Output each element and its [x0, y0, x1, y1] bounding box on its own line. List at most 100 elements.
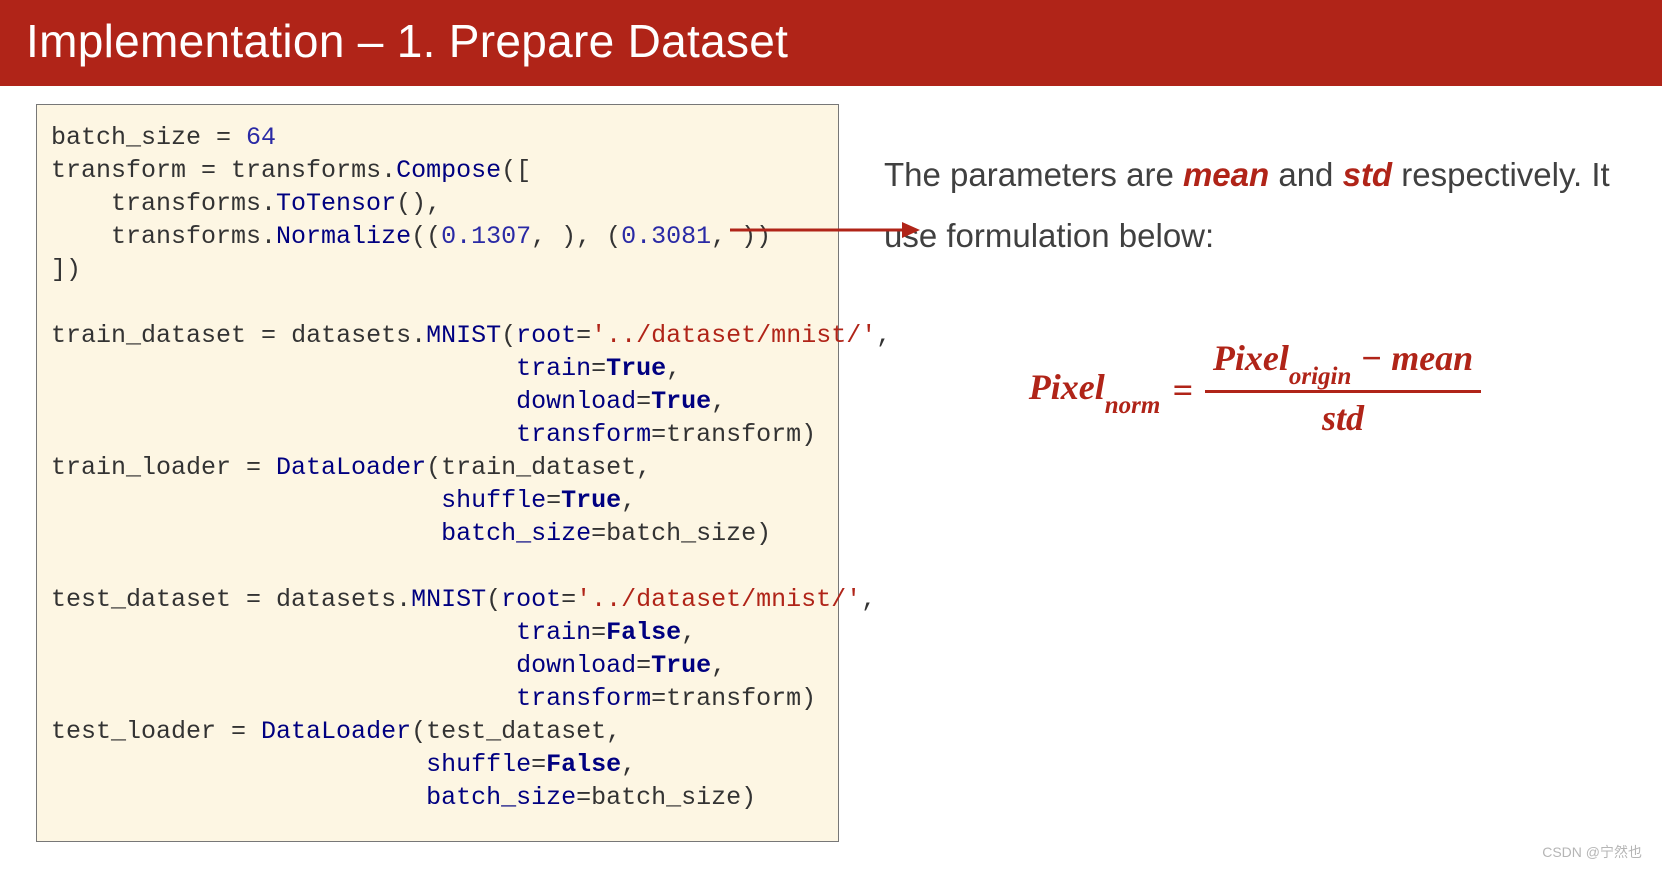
code-string: '../dataset/mnist/': [591, 321, 876, 350]
code-indent: [51, 387, 516, 416]
formula-term: mean: [1391, 338, 1473, 378]
code-arg: transform: [516, 684, 651, 713]
code-token: transforms.: [231, 156, 396, 185]
code-token: train_loader: [51, 453, 231, 482]
code-bool: True: [651, 387, 711, 416]
code-fn: MNIST: [426, 321, 501, 350]
code-fn: DataLoader: [276, 453, 426, 482]
code-arg: train: [516, 354, 591, 383]
code-token: test_loader: [51, 717, 216, 746]
formula: Pixelnorm = Pixelorigin − mean std: [884, 338, 1626, 442]
code-arg: batch_size: [426, 783, 576, 812]
code-fn: DataLoader: [261, 717, 411, 746]
desc-emph-mean: mean: [1183, 156, 1269, 193]
slide-title-bar: Implementation – 1. Prepare Dataset: [0, 0, 1662, 86]
formula-denominator: std: [1314, 396, 1372, 441]
desc-part: and: [1269, 156, 1342, 193]
code-token: ((: [411, 222, 441, 251]
code-indent: [51, 783, 426, 812]
code-token: (: [501, 321, 516, 350]
code-token: =: [186, 156, 231, 185]
code-bool: True: [561, 486, 621, 515]
code-indent: [51, 222, 111, 251]
slide-title: Implementation – 1. Prepare Dataset: [26, 15, 788, 67]
code-token: ,: [711, 651, 726, 680]
code-indent: [51, 420, 516, 449]
code-token: (train_dataset,: [426, 453, 651, 482]
code-token: batch_size: [51, 123, 201, 152]
code-token: datasets.: [291, 321, 426, 350]
code-indent: [51, 189, 111, 218]
formula-term: Pixel: [1213, 338, 1289, 378]
code-token: =transform): [651, 420, 816, 449]
code-token: (: [486, 585, 501, 614]
code-arg: shuffle: [441, 486, 546, 515]
code-indent: [51, 651, 516, 680]
desc-part: The parameters are: [884, 156, 1183, 193]
code-indent: [51, 684, 516, 713]
code-token: transforms.: [111, 189, 276, 218]
code-token: =: [231, 585, 276, 614]
code-token: ,: [621, 750, 636, 779]
code-indent: [51, 486, 441, 515]
arrow-icon: [730, 218, 920, 242]
code-token: ,: [666, 354, 681, 383]
code-token: ]): [51, 255, 81, 284]
code-fn: ToTensor: [276, 189, 396, 218]
code-number: 64: [246, 123, 276, 152]
code-indent: [51, 618, 516, 647]
explanation-panel: The parameters are mean and std respecti…: [884, 104, 1626, 874]
code-arg: train: [516, 618, 591, 647]
code-number: 0.3081: [621, 222, 711, 251]
code-string: '../dataset/mnist/': [576, 585, 861, 614]
code-token: ,: [711, 387, 726, 416]
code-bool: False: [546, 750, 621, 779]
formula-sub: norm: [1105, 392, 1161, 419]
formula-lhs: Pixelnorm: [1029, 366, 1161, 414]
code-bool: True: [651, 651, 711, 680]
code-token: =transform): [651, 684, 816, 713]
code-indent: [51, 750, 426, 779]
code-token: test_dataset: [51, 585, 231, 614]
code-token: datasets.: [276, 585, 411, 614]
code-arg: download: [516, 651, 636, 680]
code-token: ,: [681, 618, 696, 647]
code-block: batch_size = 64 transform = transforms.C…: [36, 104, 839, 842]
code-token: ,: [861, 585, 876, 614]
code-token: =batch_size): [591, 519, 771, 548]
formula-sub: origin: [1289, 363, 1352, 390]
code-number: 0.1307: [441, 222, 531, 251]
description-text: The parameters are mean and std respecti…: [884, 144, 1626, 266]
code-token: =: [231, 453, 276, 482]
code-token: =batch_size): [576, 783, 756, 812]
code-token: =: [576, 321, 591, 350]
formula-equals: =: [1172, 369, 1193, 411]
code-arg: transform: [516, 420, 651, 449]
code-token: =: [201, 123, 246, 152]
code-arg: root: [516, 321, 576, 350]
formula-numerator: Pixelorigin − mean: [1205, 336, 1481, 386]
code-arg: download: [516, 387, 636, 416]
formula-fraction: Pixelorigin − mean std: [1205, 336, 1481, 440]
code-token: =: [246, 321, 291, 350]
watermark: CSDN @宁然也: [1542, 842, 1642, 862]
code-indent: [51, 354, 516, 383]
slide-body: batch_size = 64 transform = transforms.C…: [36, 104, 1626, 874]
code-fn: Compose: [396, 156, 501, 185]
code-token: (),: [396, 189, 441, 218]
code-bool: False: [606, 618, 681, 647]
code-token: =: [561, 585, 576, 614]
code-arg: shuffle: [426, 750, 531, 779]
code-token: =: [216, 717, 261, 746]
desc-emph-std: std: [1343, 156, 1393, 193]
code-arg: root: [501, 585, 561, 614]
formula-term: Pixel: [1029, 367, 1105, 407]
code-token: transform: [51, 156, 186, 185]
code-indent: [51, 519, 441, 548]
code-fn: Normalize: [276, 222, 411, 251]
code-token: (test_dataset,: [411, 717, 621, 746]
formula-op: −: [1351, 338, 1391, 378]
code-token: train_dataset: [51, 321, 246, 350]
code-token: ([: [501, 156, 531, 185]
code-token: transforms.: [111, 222, 276, 251]
